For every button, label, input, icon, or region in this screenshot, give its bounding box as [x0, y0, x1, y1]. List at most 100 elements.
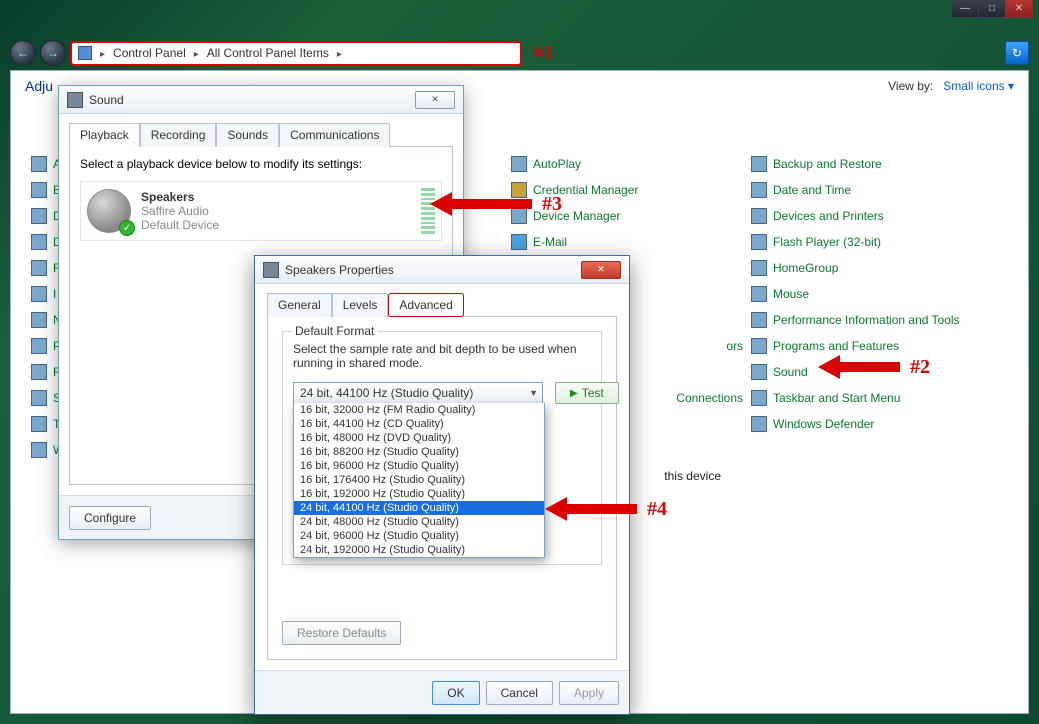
- tab-levels[interactable]: Levels: [332, 293, 389, 317]
- generic-icon: [751, 364, 767, 380]
- tab-communications[interactable]: Communications: [279, 123, 390, 147]
- cp-item-label: Programs and Features: [773, 339, 899, 353]
- cp-item-label: E-Mail: [533, 235, 567, 249]
- ok-button[interactable]: OK: [432, 681, 479, 705]
- format-option[interactable]: 16 bit, 32000 Hz (FM Radio Quality): [294, 403, 544, 417]
- breadcrumb-sep: [96, 46, 109, 60]
- view-by-value[interactable]: Small icons ▾: [943, 79, 1014, 93]
- cp-item-label: Credential Manager: [533, 183, 638, 197]
- device-text: Speakers Saffire Audio Default Device: [141, 190, 219, 232]
- generic-icon: [31, 312, 47, 328]
- cp-item-label: Sound: [773, 365, 808, 379]
- annotation-1: #1: [534, 42, 554, 65]
- speakers-properties-dialog: Speakers Properties ✕ General Levels Adv…: [254, 255, 630, 715]
- cp-item-label: Taskbar and Start Menu: [773, 391, 900, 405]
- cp-item-mouse[interactable]: Mouse: [751, 281, 991, 307]
- tab-sounds[interactable]: Sounds: [216, 123, 279, 147]
- restore-defaults-button[interactable]: Restore Defaults: [282, 621, 401, 645]
- format-combo[interactable]: 24 bit, 44100 Hz (Studio Quality) ▼: [293, 382, 543, 404]
- sound-tabs: Playback Recording Sounds Communications: [59, 114, 463, 146]
- breadcrumb-item[interactable]: Control Panel: [113, 46, 186, 60]
- breadcrumb-sep: [333, 46, 346, 60]
- maximize-button[interactable]: □: [978, 0, 1006, 18]
- cp-item-date-and-time[interactable]: Date and Time: [751, 177, 991, 203]
- window-controls: — □ ✕: [952, 0, 1033, 18]
- test-button[interactable]: Test: [555, 382, 619, 404]
- back-button[interactable]: ←: [10, 40, 36, 66]
- cp-item-label: this device: [664, 469, 721, 483]
- cp-item-programs-and-features[interactable]: Programs and Features: [751, 333, 991, 359]
- autoplay-icon: [511, 156, 527, 172]
- format-option[interactable]: 24 bit, 192000 Hz (Studio Quality): [294, 543, 544, 557]
- generic-icon: [751, 182, 767, 198]
- cp-item-sound[interactable]: Sound: [751, 359, 991, 385]
- props-close-button[interactable]: ✕: [581, 261, 621, 279]
- format-combo-value: 24 bit, 44100 Hz (Studio Quality): [300, 386, 473, 400]
- props-icon: [263, 262, 279, 278]
- cp-item-flash-player-32-bit-[interactable]: Flash Player (32-bit): [751, 229, 991, 255]
- tab-recording[interactable]: Recording: [140, 123, 217, 147]
- cp-item-homegroup[interactable]: HomeGroup: [751, 255, 991, 281]
- breadcrumb[interactable]: Control Panel All Control Panel Items: [70, 41, 522, 66]
- format-option[interactable]: 16 bit, 192000 Hz (Studio Quality): [294, 487, 544, 501]
- generic-icon: [751, 234, 767, 250]
- email-icon: [511, 234, 527, 250]
- default-check-icon: ✓: [119, 220, 135, 236]
- chevron-down-icon: ▼: [529, 388, 538, 398]
- format-option[interactable]: 16 bit, 176400 Hz (Studio Quality): [294, 473, 544, 487]
- cancel-button[interactable]: Cancel: [486, 681, 553, 705]
- close-button[interactable]: ✕: [1005, 0, 1033, 18]
- props-body: Default Format Select the sample rate an…: [267, 316, 617, 660]
- cp-item-backup-and-restore[interactable]: Backup and Restore: [751, 151, 991, 177]
- cp-item-performance-information-and-tools[interactable]: Performance Information and Tools: [751, 307, 991, 333]
- configure-button[interactable]: Configure: [69, 506, 151, 530]
- apply-button[interactable]: Apply: [559, 681, 619, 705]
- breadcrumb-sep: [190, 46, 203, 60]
- format-option[interactable]: 16 bit, 48000 Hz (DVD Quality): [294, 431, 544, 445]
- generic-icon: [751, 156, 767, 172]
- format-option[interactable]: 24 bit, 48000 Hz (Studio Quality): [294, 515, 544, 529]
- device-driver: Saffire Audio: [141, 204, 219, 218]
- cp-item-label: Connections: [676, 391, 743, 405]
- generic-icon: [31, 442, 47, 458]
- breadcrumb-item[interactable]: All Control Panel Items: [207, 46, 329, 60]
- default-format-group: Default Format Select the sample rate an…: [282, 331, 602, 565]
- playback-device[interactable]: ✓ Speakers Saffire Audio Default Device: [80, 181, 442, 241]
- format-dropdown[interactable]: 16 bit, 32000 Hz (FM Radio Quality)16 bi…: [293, 403, 545, 558]
- sound-dialog-title: Sound: [89, 93, 415, 107]
- playback-instruction: Select a playback device below to modify…: [80, 157, 442, 171]
- sound-dialog-close[interactable]: ✕: [415, 91, 455, 109]
- cp-item-email[interactable]: E-Mail: [511, 229, 751, 255]
- format-option[interactable]: 24 bit, 96000 Hz (Studio Quality): [294, 529, 544, 543]
- cp-item-label: AutoPlay: [533, 157, 581, 171]
- props-titlebar: Speakers Properties ✕: [255, 256, 629, 284]
- cp-item-label: Performance Information and Tools: [773, 313, 960, 327]
- cp-item-windows-defender[interactable]: Windows Defender: [751, 411, 991, 437]
- cp-item-device-manager[interactable]: Device Manager: [511, 203, 751, 229]
- cp-column-4: Backup and Restore Date and TimeDevices a…: [751, 151, 991, 437]
- tab-playback[interactable]: Playback: [69, 123, 140, 147]
- cp-item-label: Mouse: [773, 287, 809, 301]
- format-option[interactable]: 16 bit, 44100 Hz (CD Quality): [294, 417, 544, 431]
- device-name: Speakers: [141, 190, 194, 204]
- cp-item-autoplay[interactable]: AutoPlay: [511, 151, 751, 177]
- default-format-text: Select the sample rate and bit depth to …: [293, 342, 591, 370]
- format-option[interactable]: 16 bit, 96000 Hz (Studio Quality): [294, 459, 544, 473]
- cp-item-label: Backup and Restore: [773, 157, 882, 171]
- format-option[interactable]: 24 bit, 44100 Hz (Studio Quality): [294, 501, 544, 515]
- level-meter: [421, 188, 435, 234]
- cp-item-devices-and-printers[interactable]: Devices and Printers: [751, 203, 991, 229]
- minimize-button[interactable]: —: [951, 0, 979, 18]
- format-option[interactable]: 16 bit, 88200 Hz (Studio Quality): [294, 445, 544, 459]
- device-status: Default Device: [141, 218, 219, 232]
- generic-icon: [751, 208, 767, 224]
- forward-button[interactable]: →: [40, 40, 66, 66]
- refresh-button[interactable]: ↻: [1005, 41, 1029, 65]
- cp-item-label: Device Manager: [533, 209, 620, 223]
- tab-general[interactable]: General: [267, 293, 332, 317]
- cp-item-taskbar-and-start-menu[interactable]: Taskbar and Start Menu: [751, 385, 991, 411]
- cp-item-credential-manager[interactable]: Credential Manager: [511, 177, 751, 203]
- generic-icon: [751, 390, 767, 406]
- cp-item-label: HomeGroup: [773, 261, 838, 275]
- tab-advanced[interactable]: Advanced: [388, 293, 463, 317]
